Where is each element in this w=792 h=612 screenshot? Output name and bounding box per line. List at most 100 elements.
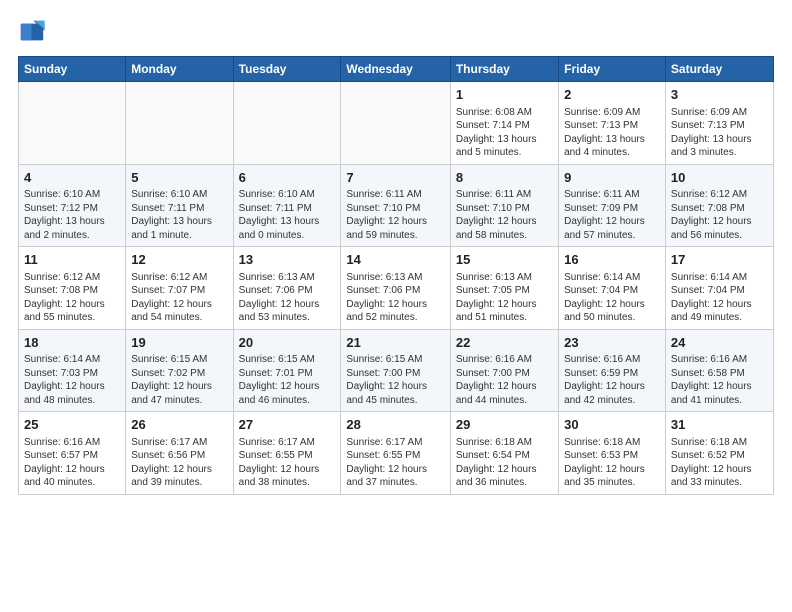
- day-info: Sunrise: 6:14 AMSunset: 7:03 PMDaylight:…: [24, 353, 120, 407]
- day-info: Sunrise: 6:18 AMSunset: 6:52 PMDaylight:…: [671, 436, 768, 490]
- week-row-3: 18Sunrise: 6:14 AMSunset: 7:03 PMDayligh…: [19, 329, 774, 412]
- day-number: 22: [456, 334, 553, 352]
- calendar-cell: 27 Sunrise: 6:17 AMSunset: 6:55 PMDayligh…: [233, 412, 341, 495]
- calendar-cell: 19Sunrise: 6:15 AMSunset: 7:02 PMDayligh…: [126, 329, 233, 412]
- day-number: 26: [131, 416, 227, 434]
- day-number: 2: [564, 86, 660, 104]
- calendar-cell: 22Sunrise: 6:16 AMSunset: 7:00 PMDayligh…: [450, 329, 558, 412]
- week-row-0: 1Sunrise: 6:08 AMSunset: 7:14 PMDaylight…: [19, 82, 774, 165]
- day-number: 23: [564, 334, 660, 352]
- calendar-cell: 17 Sunrise: 6:14 AMSunset: 7:04 PMDayligh…: [665, 247, 773, 330]
- day-info: Sunrise: 6:15 AMSunset: 7:01 PMDaylight:…: [239, 353, 336, 407]
- calendar-cell: 1Sunrise: 6:08 AMSunset: 7:14 PMDaylight…: [450, 82, 558, 165]
- calendar-cell: [126, 82, 233, 165]
- calendar-cell: 10Sunrise: 6:12 AMSunset: 7:08 PMDayligh…: [665, 164, 773, 247]
- page: SundayMondayTuesdayWednesdayThursdayFrid…: [0, 0, 792, 612]
- day-info: Sunrise: 6:16 AMSunset: 7:00 PMDaylight:…: [456, 353, 553, 407]
- day-info: Sunrise: 6:08 AMSunset: 7:14 PMDaylight:…: [456, 106, 553, 160]
- day-info: Sunrise: 6:10 AMSunset: 7:12 PMDaylight:…: [24, 188, 120, 242]
- calendar-cell: 3 Sunrise: 6:09 AMSunset: 7:13 PMDaylight…: [665, 82, 773, 165]
- day-info: Sunrise: 6:14 AMSunset: 7:04 PMDaylight:…: [671, 271, 768, 325]
- day-number: 15: [456, 251, 553, 269]
- day-number: 28: [346, 416, 445, 434]
- calendar-cell: 24Sunrise: 6:16 AMSunset: 6:58 PMDayligh…: [665, 329, 773, 412]
- day-number: 4: [24, 169, 120, 187]
- day-info: Sunrise: 6:09 AMSunset: 7:13 PMDaylight:…: [564, 106, 660, 160]
- day-number: 18: [24, 334, 120, 352]
- day-number: 14: [346, 251, 445, 269]
- col-header-saturday: Saturday: [665, 57, 773, 82]
- day-number: 13: [239, 251, 336, 269]
- day-info: Sunrise: 6:18 AMSunset: 6:53 PMDaylight:…: [564, 436, 660, 490]
- day-number: 11: [24, 251, 120, 269]
- week-row-4: 25Sunrise: 6:16 AMSunset: 6:57 PMDayligh…: [19, 412, 774, 495]
- calendar-cell: 4Sunrise: 6:10 AMSunset: 7:12 PMDaylight…: [19, 164, 126, 247]
- day-number: 9: [564, 169, 660, 187]
- day-number: 25: [24, 416, 120, 434]
- logo: [18, 18, 48, 46]
- col-header-tuesday: Tuesday: [233, 57, 341, 82]
- calendar-cell: 7Sunrise: 6:11 AMSunset: 7:10 PMDaylight…: [341, 164, 451, 247]
- calendar-cell: 30 Sunrise: 6:18 AMSunset: 6:53 PMDayligh…: [559, 412, 666, 495]
- day-info: Sunrise: 6:09 AMSunset: 7:13 PMDaylight:…: [671, 106, 768, 160]
- header: [18, 18, 774, 46]
- day-info: Sunrise: 6:11 AMSunset: 7:09 PMDaylight:…: [564, 188, 660, 242]
- day-number: 7: [346, 169, 445, 187]
- day-number: 12: [131, 251, 227, 269]
- calendar-cell: 23Sunrise: 6:16 AMSunset: 6:59 PMDayligh…: [559, 329, 666, 412]
- calendar-cell: 15 Sunrise: 6:13 AMSunset: 7:05 PMDayligh…: [450, 247, 558, 330]
- day-info: Sunrise: 6:13 AMSunset: 7:06 PMDaylight:…: [239, 271, 336, 325]
- day-number: 6: [239, 169, 336, 187]
- day-info: Sunrise: 6:10 AMSunset: 7:11 PMDaylight:…: [239, 188, 336, 242]
- calendar-cell: 2 Sunrise: 6:09 AMSunset: 7:13 PMDaylight…: [559, 82, 666, 165]
- calendar-cell: 21Sunrise: 6:15 AMSunset: 7:00 PMDayligh…: [341, 329, 451, 412]
- day-number: 19: [131, 334, 227, 352]
- calendar-cell: 16 Sunrise: 6:14 AMSunset: 7:04 PMDayligh…: [559, 247, 666, 330]
- day-info: Sunrise: 6:17 AMSunset: 6:56 PMDaylight:…: [131, 436, 227, 490]
- col-header-monday: Monday: [126, 57, 233, 82]
- day-number: 17: [671, 251, 768, 269]
- calendar-cell: 11Sunrise: 6:12 AMSunset: 7:08 PMDayligh…: [19, 247, 126, 330]
- day-number: 20: [239, 334, 336, 352]
- day-info: Sunrise: 6:13 AMSunset: 7:05 PMDaylight:…: [456, 271, 553, 325]
- col-header-friday: Friday: [559, 57, 666, 82]
- day-number: 10: [671, 169, 768, 187]
- day-info: Sunrise: 6:11 AMSunset: 7:10 PMDaylight:…: [456, 188, 553, 242]
- day-info: Sunrise: 6:13 AMSunset: 7:06 PMDaylight:…: [346, 271, 445, 325]
- day-info: Sunrise: 6:15 AMSunset: 7:02 PMDaylight:…: [131, 353, 227, 407]
- week-row-2: 11Sunrise: 6:12 AMSunset: 7:08 PMDayligh…: [19, 247, 774, 330]
- calendar-cell: 29 Sunrise: 6:18 AMSunset: 6:54 PMDayligh…: [450, 412, 558, 495]
- calendar-cell: 8Sunrise: 6:11 AMSunset: 7:10 PMDaylight…: [450, 164, 558, 247]
- day-number: 29: [456, 416, 553, 434]
- day-info: Sunrise: 6:12 AMSunset: 7:08 PMDaylight:…: [671, 188, 768, 242]
- calendar: SundayMondayTuesdayWednesdayThursdayFrid…: [18, 56, 774, 495]
- calendar-cell: 26 Sunrise: 6:17 AMSunset: 6:56 PMDayligh…: [126, 412, 233, 495]
- day-number: 27: [239, 416, 336, 434]
- day-number: 30: [564, 416, 660, 434]
- day-info: Sunrise: 6:17 AMSunset: 6:55 PMDaylight:…: [346, 436, 445, 490]
- calendar-cell: 12Sunrise: 6:12 AMSunset: 7:07 PMDayligh…: [126, 247, 233, 330]
- calendar-cell: 28 Sunrise: 6:17 AMSunset: 6:55 PMDayligh…: [341, 412, 451, 495]
- day-info: Sunrise: 6:14 AMSunset: 7:04 PMDaylight:…: [564, 271, 660, 325]
- logo-icon: [18, 18, 46, 46]
- day-number: 24: [671, 334, 768, 352]
- day-info: Sunrise: 6:17 AMSunset: 6:55 PMDaylight:…: [239, 436, 336, 490]
- col-header-sunday: Sunday: [19, 57, 126, 82]
- calendar-header-row: SundayMondayTuesdayWednesdayThursdayFrid…: [19, 57, 774, 82]
- calendar-cell: 20Sunrise: 6:15 AMSunset: 7:01 PMDayligh…: [233, 329, 341, 412]
- calendar-cell: 14 Sunrise: 6:13 AMSunset: 7:06 PMDayligh…: [341, 247, 451, 330]
- day-number: 21: [346, 334, 445, 352]
- day-number: 5: [131, 169, 227, 187]
- day-number: 16: [564, 251, 660, 269]
- calendar-cell: 25Sunrise: 6:16 AMSunset: 6:57 PMDayligh…: [19, 412, 126, 495]
- day-info: Sunrise: 6:10 AMSunset: 7:11 PMDaylight:…: [131, 188, 227, 242]
- col-header-thursday: Thursday: [450, 57, 558, 82]
- day-info: Sunrise: 6:16 AMSunset: 6:58 PMDaylight:…: [671, 353, 768, 407]
- calendar-cell: 9Sunrise: 6:11 AMSunset: 7:09 PMDaylight…: [559, 164, 666, 247]
- day-number: 31: [671, 416, 768, 434]
- calendar-cell: [341, 82, 451, 165]
- calendar-cell: [233, 82, 341, 165]
- day-info: Sunrise: 6:18 AMSunset: 6:54 PMDaylight:…: [456, 436, 553, 490]
- col-header-wednesday: Wednesday: [341, 57, 451, 82]
- day-number: 3: [671, 86, 768, 104]
